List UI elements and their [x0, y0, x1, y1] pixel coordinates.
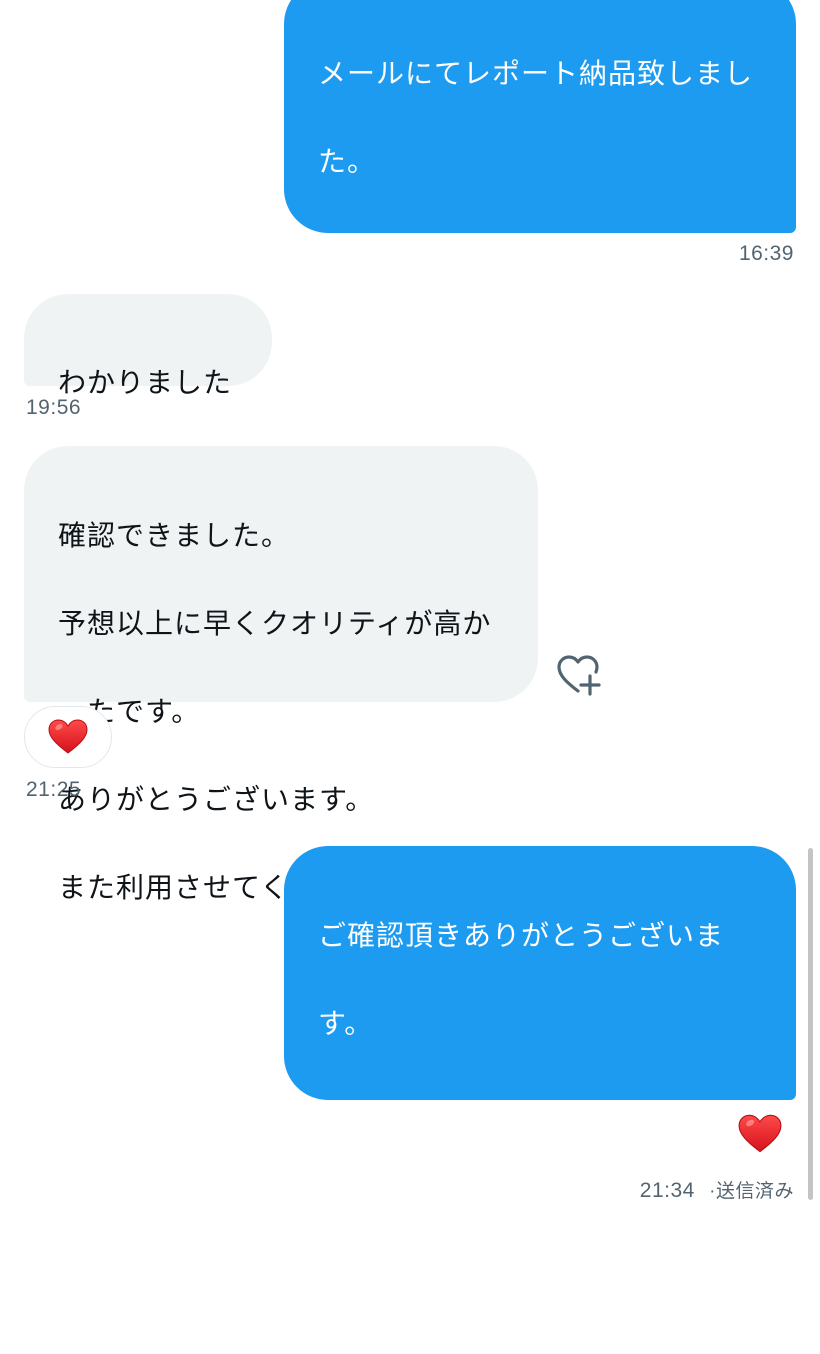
message-timestamp: 21:34 [639, 1179, 695, 1202]
red-heart-emoji [738, 1114, 782, 1153]
message-line: 確認できました。 [58, 519, 291, 552]
message-line: し上げます。 [318, 1271, 490, 1304]
message-timestamp: 19:56 [26, 396, 82, 419]
message-line: 以上、よろしくお願い申し上げま [318, 321, 754, 354]
incoming-message-bubble[interactable]: 確認できました。 予想以上に早くクオリティが高か ったです。 ありがとうございま… [24, 446, 538, 904]
message-line: わかりました [58, 366, 233, 399]
red-heart-emoji [48, 719, 88, 754]
message-line: ったです。 [58, 695, 201, 728]
heart-plus-icon [557, 655, 601, 696]
message-reaction[interactable] [738, 1114, 782, 1156]
incoming-message-bubble[interactable]: わかりました [24, 294, 272, 399]
message-line: 予想以上に早くクオリティが高か [58, 607, 492, 640]
outgoing-message-bubble[interactable]: ご確認頂きありがとうございま す。 今後ともどうぞよろしくお願い申 し上げます。 [284, 846, 796, 1304]
outgoing-message-bubble[interactable]: メールにてレポート納品致しまし た。 以上、よろしくお願い申し上げま す。 [284, 0, 796, 442]
scrollbar[interactable] [808, 848, 813, 1200]
add-reaction-button[interactable] [556, 655, 602, 697]
message-timestamp: 21:25 [26, 778, 82, 801]
message-timestamp: 16:39 [738, 242, 794, 265]
message-line: す。 [318, 1007, 374, 1040]
message-line: す。 [318, 409, 374, 442]
message-line [318, 1090, 762, 1134]
delivery-status: ·送信済み [709, 1181, 794, 1202]
message-line [318, 228, 762, 272]
message-timestamp-status: 21:34 ·送信済み [640, 1176, 794, 1203]
message-line: ありがとうございます。 [58, 783, 375, 816]
message-line: た。 [318, 145, 377, 178]
message-line: ご確認頂きありがとうございま [318, 919, 725, 952]
reaction-pill[interactable] [24, 706, 112, 768]
message-line: メールにてレポート納品致しまし [318, 57, 754, 90]
